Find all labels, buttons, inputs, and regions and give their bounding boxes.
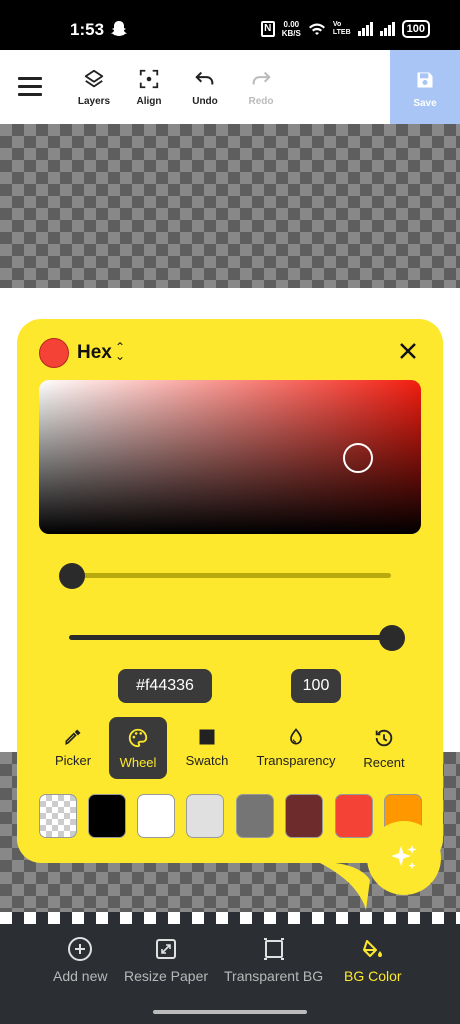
battery-indicator: 100 (401, 20, 430, 38)
tab-recent[interactable]: Recent (357, 717, 411, 779)
undo-button[interactable]: Undo (177, 68, 233, 107)
square-icon (199, 729, 215, 745)
align-button[interactable]: Align (121, 68, 177, 107)
layers-label: Layers (77, 96, 111, 107)
add-circle-icon (68, 937, 93, 961)
save-icon (417, 72, 433, 88)
signal-icon (357, 22, 373, 36)
drop-icon (290, 728, 302, 745)
bg-color-label: BG Color (344, 968, 402, 984)
canvas-transparent-area[interactable] (0, 124, 460, 288)
signal-icon-2 (379, 22, 395, 36)
redo-button[interactable]: Redo (233, 68, 289, 107)
net-speed-unit: KB/S (281, 29, 301, 38)
tab-wheel-label: Wheel (119, 755, 157, 770)
layers-icon (84, 69, 104, 88)
status-time: 1:53 (70, 20, 105, 39)
saturation-value-picker[interactable] (39, 380, 421, 534)
tab-wheel[interactable]: Wheel (109, 717, 167, 779)
swatch-red[interactable] (335, 794, 373, 838)
align-label: Align (136, 96, 162, 107)
color-picker-panel: Hex ⌃ ⌄ #f44336 100 Picker Wheel Swatch T… (17, 319, 443, 863)
undo-icon (195, 71, 214, 85)
swatch-white[interactable] (137, 794, 175, 838)
swatch-grey[interactable] (236, 794, 274, 838)
top-toolbar: Layers Align Undo Redo Save (0, 50, 460, 124)
resize-icon (156, 939, 177, 959)
swatch-transparent[interactable] (39, 794, 77, 838)
color-mode-toggle-icon[interactable]: ⌃ ⌄ (115, 341, 125, 362)
status-icons: N 0.00 KB/S Vo LTEB 100 (260, 20, 430, 38)
status-bar: 1:53 N 0.00 KB/S Vo LTEB 100 (0, 0, 460, 50)
swatch-black[interactable] (88, 794, 126, 838)
net-speed-value: 0.00 (283, 20, 300, 29)
swatch-brown[interactable] (285, 794, 323, 838)
opacity-slider-thumb[interactable] (379, 625, 405, 651)
tab-transparency[interactable]: Transparency (251, 717, 341, 779)
sparkles-icon (391, 845, 417, 870)
snapchat-icon (111, 21, 127, 36)
hue-slider-track[interactable] (65, 573, 391, 578)
layers-button[interactable]: Layers (66, 68, 122, 107)
bottom-toolbar: Add new Resize Paper Transparent BG BG C… (0, 924, 460, 1024)
undo-label: Undo (192, 96, 218, 107)
swatch-light-grey[interactable] (186, 794, 224, 838)
tab-recent-label: Recent (363, 755, 405, 770)
close-icon[interactable] (398, 341, 418, 361)
volte-bottom: LTEB (332, 29, 351, 36)
bg-color-button[interactable]: BG Color (344, 936, 402, 984)
opacity-slider-track[interactable] (69, 635, 395, 640)
magic-button[interactable] (367, 821, 441, 895)
transparent-bg-button[interactable]: Transparent BG (224, 936, 323, 984)
home-indicator[interactable] (153, 1010, 307, 1014)
opacity-value-field[interactable]: 100 (291, 669, 341, 703)
save-button[interactable]: Save (390, 50, 460, 124)
align-icon (139, 69, 159, 89)
redo-label: Redo (248, 96, 274, 107)
tab-swatch[interactable]: Swatch (177, 717, 237, 779)
history-icon (375, 729, 393, 747)
tab-swatch-label: Swatch (185, 753, 229, 768)
nfc-icon: N (260, 21, 275, 37)
tab-transparency-label: Transparency (256, 753, 336, 768)
selected-color-preview (39, 338, 69, 368)
transparent-bg-label: Transparent BG (224, 968, 324, 984)
hex-value-field[interactable]: #f44336 (118, 669, 212, 703)
add-new-button[interactable]: Add new (53, 936, 107, 984)
volte-top: Vo (332, 21, 342, 28)
redo-icon (252, 71, 271, 85)
hue-slider-thumb[interactable] (59, 563, 85, 589)
eyedropper-icon (65, 729, 81, 746)
transparent-bg-icon (263, 938, 284, 960)
color-mode-label[interactable]: Hex (77, 342, 112, 364)
tab-picker[interactable]: Picker (48, 717, 98, 779)
menu-icon[interactable] (18, 77, 42, 97)
wifi-icon (308, 23, 325, 35)
net-speed: 0.00 KB/S (282, 20, 301, 38)
save-label: Save (413, 98, 437, 109)
canvas-edge (0, 912, 460, 924)
palette-icon (128, 728, 148, 748)
volte-indicator: Vo LTEB (333, 21, 351, 37)
paint-bucket-icon (362, 940, 382, 957)
resize-paper-button[interactable]: Resize Paper (124, 936, 208, 984)
saturation-value-cursor[interactable] (343, 443, 373, 473)
tab-picker-label: Picker (54, 753, 92, 768)
add-new-label: Add new (53, 968, 108, 984)
resize-paper-label: Resize Paper (124, 968, 209, 984)
